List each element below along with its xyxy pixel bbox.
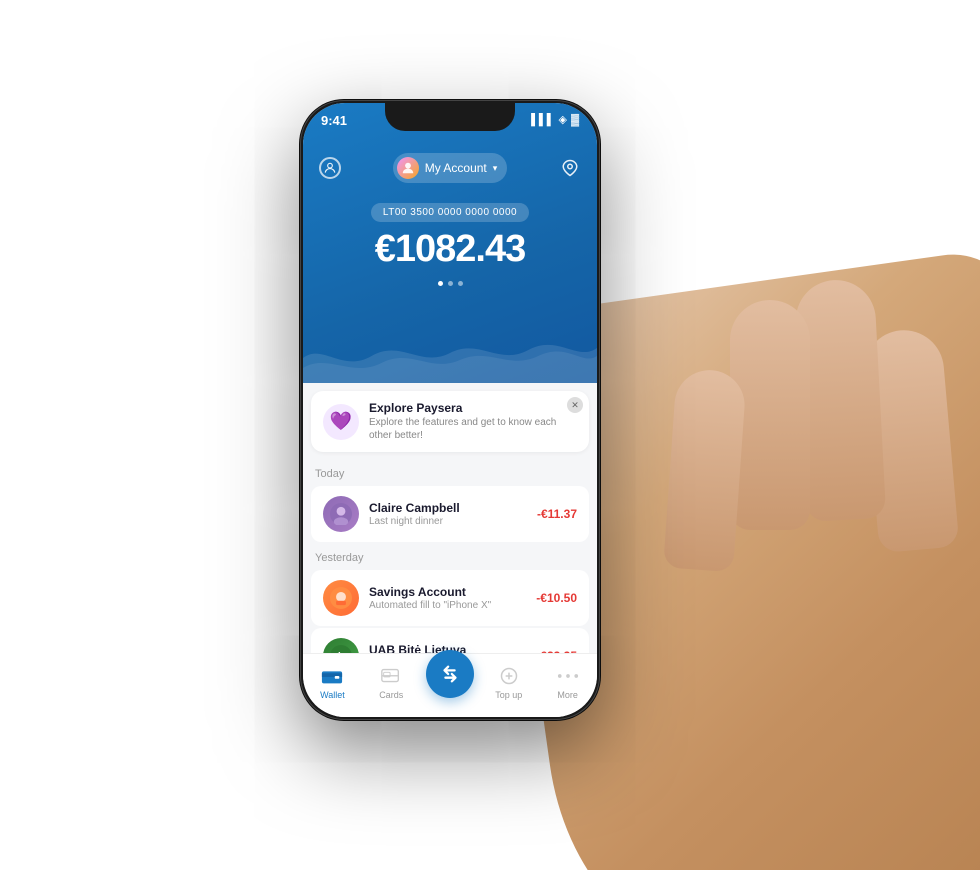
explore-icon: 💜	[323, 404, 359, 440]
tx-info-savings: Savings Account Automated fill to "iPhon…	[369, 585, 526, 611]
tx-info-claire: Claire Campbell Last night dinner	[369, 501, 527, 527]
tx-name-claire: Claire Campbell	[369, 501, 527, 515]
iban-section: LT00 3500 0000 0000 0000	[303, 203, 597, 222]
cards-icon	[379, 664, 403, 688]
tx-name-savings: Savings Account	[369, 585, 526, 599]
balance-amount: €1082.43	[303, 228, 597, 271]
tab-wallet-label: Wallet	[320, 690, 345, 700]
dropdown-arrow-icon: ▾	[493, 163, 498, 174]
transaction-claire[interactable]: Claire Campbell Last night dinner -€11.3…	[311, 486, 589, 542]
explore-banner: 💜 Explore Paysera Explore the features a…	[311, 391, 589, 452]
explore-title: Explore Paysera	[369, 401, 577, 415]
tx-amount-claire: -€11.37	[537, 507, 577, 521]
page-dots	[303, 281, 597, 286]
tx-desc-savings: Automated fill to "iPhone X"	[369, 600, 526, 611]
section-yesterday: Yesterday	[303, 544, 597, 568]
section-today: Today	[303, 460, 597, 484]
wallet-icon	[320, 664, 344, 688]
scene: 9:41 ▌▌▌ ◈ ▓	[0, 0, 980, 850]
tab-topup[interactable]: Top up	[479, 664, 538, 700]
wave-decoration	[303, 318, 597, 388]
status-time: 9:41	[321, 113, 347, 128]
balance-section: €1082.43	[303, 228, 597, 271]
account-avatar	[397, 157, 419, 179]
tab-transfer[interactable]	[421, 666, 480, 698]
wifi-icon: ◈	[559, 113, 567, 126]
tx-desc-claire: Last night dinner	[369, 516, 527, 527]
location-icon[interactable]	[559, 157, 581, 179]
tab-wallet[interactable]: Wallet	[303, 664, 362, 700]
tab-more-label: More	[557, 690, 578, 700]
phone-device: 9:41 ▌▌▌ ◈ ▓	[300, 100, 600, 720]
explore-close-button[interactable]: ✕	[567, 397, 583, 413]
dot-1[interactable]	[438, 281, 443, 286]
tx-avatar-savings	[323, 580, 359, 616]
topup-icon	[497, 664, 521, 688]
tab-cards[interactable]: Cards	[362, 664, 421, 700]
battery-icon: ▓	[571, 114, 579, 126]
dot-2[interactable]	[448, 281, 453, 286]
tab-bar: Wallet Cards	[303, 653, 597, 717]
phone-notch	[385, 103, 515, 131]
transaction-savings[interactable]: Savings Account Automated fill to "iPhon…	[311, 570, 589, 626]
explore-text: Explore Paysera Explore the features and…	[369, 401, 577, 442]
explore-description: Explore the features and get to know eac…	[369, 416, 577, 442]
header-nav: My Account ▾	[303, 147, 597, 189]
transfer-button[interactable]	[426, 650, 474, 698]
tx-amount-savings: -€10.50	[536, 591, 577, 605]
profile-icon[interactable]	[319, 157, 341, 179]
more-icon	[556, 664, 580, 688]
tab-more[interactable]: More	[538, 664, 597, 700]
phone-screen: 9:41 ▌▌▌ ◈ ▓	[303, 103, 597, 717]
account-name: My Account	[425, 161, 487, 175]
status-icons: ▌▌▌ ◈ ▓	[531, 113, 579, 126]
account-selector[interactable]: My Account ▾	[393, 153, 508, 183]
dot-3[interactable]	[458, 281, 463, 286]
tab-cards-label: Cards	[379, 690, 403, 700]
tx-avatar-claire	[323, 496, 359, 532]
signal-icon: ▌▌▌	[531, 114, 554, 126]
iban-badge[interactable]: LT00 3500 0000 0000 0000	[371, 203, 529, 222]
tab-topup-label: Top up	[495, 690, 522, 700]
content-area: 💜 Explore Paysera Explore the features a…	[303, 383, 597, 657]
